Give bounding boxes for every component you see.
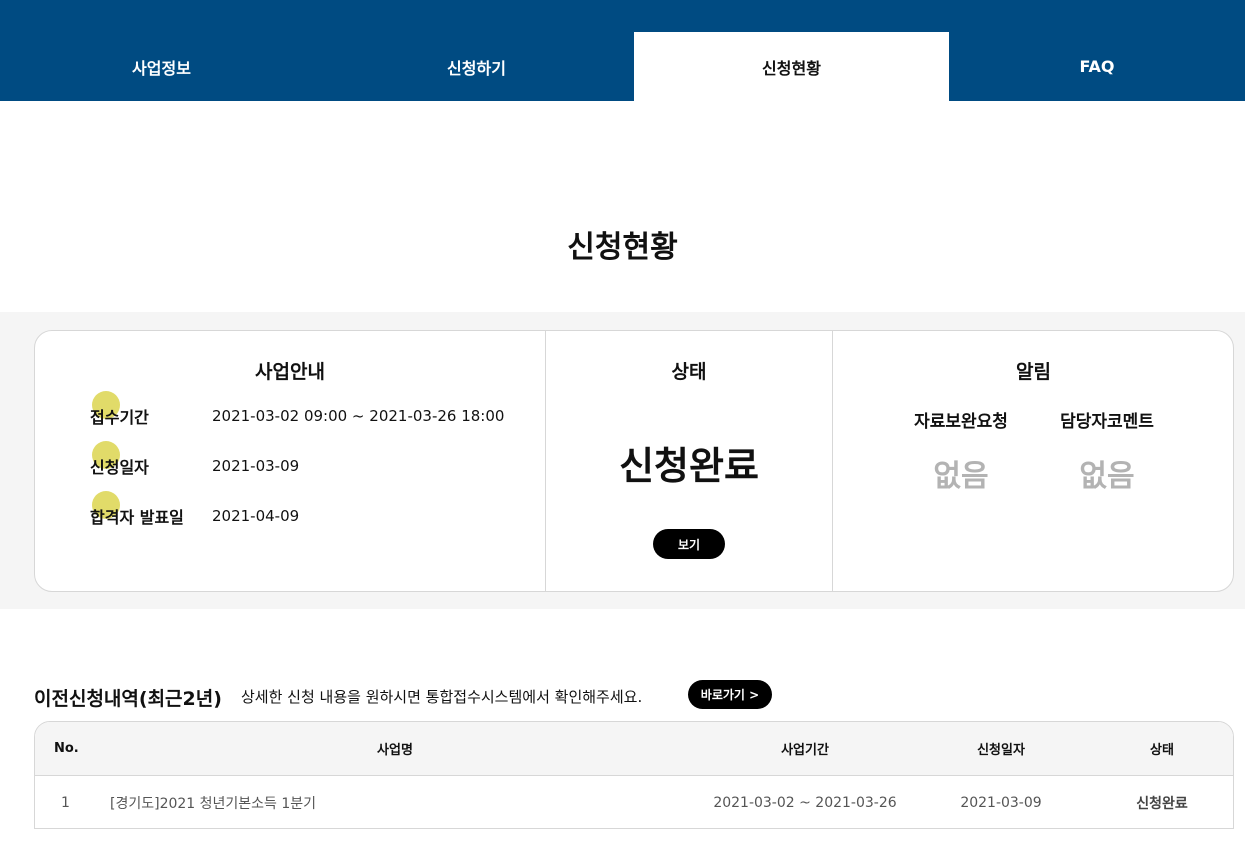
status-value: 신청완료: [619, 444, 759, 488]
row-application-date: 2021-03-09: [960, 794, 1042, 811]
supplement-request-value: 없음: [933, 459, 989, 494]
column-header-business-name: 사업명: [377, 743, 413, 758]
table-header: No. 사업명 사업기간 신청일자 상태: [35, 722, 1233, 776]
column-header-business-period: 사업기간: [781, 743, 829, 758]
column-header-application-date: 신청일자: [977, 743, 1025, 758]
column-header-no: No.: [54, 741, 79, 756]
application-date-row: 신청일자 2021-03-09: [90, 441, 300, 478]
view-button[interactable]: 보기: [653, 529, 725, 559]
announcement-date-value: 2021-04-09: [212, 507, 300, 525]
status-heading: 상태: [671, 361, 707, 383]
status-card: 사업안내 접수기간 2021-03-02 09:00 ~ 2021-03-26 …: [34, 330, 1234, 592]
row-no: 1: [61, 794, 70, 811]
business-info-panel: 사업안내 접수기간 2021-03-02 09:00 ~ 2021-03-26 …: [35, 331, 546, 591]
announcement-date-row: 합격자 발표일 2021-04-09: [90, 491, 300, 528]
business-info-heading: 사업안내: [255, 361, 325, 383]
supplement-request-label: 자료보완요청: [914, 412, 1008, 432]
notice-heading: 알림: [1016, 361, 1051, 383]
reception-period-value: 2021-03-02 09:00 ~ 2021-03-26 18:00: [212, 407, 505, 425]
application-date-label: 신청일자: [90, 441, 212, 478]
reception-period-label: 접수기간: [90, 391, 212, 428]
row-business-name[interactable]: [경기도]2021 청년기본소득 1분기: [110, 776, 316, 828]
tab-business-info[interactable]: 사업정보: [4, 32, 319, 101]
top-navigation: 사업정보 신청하기 신청현황 FAQ: [0, 0, 1245, 101]
page-title: 신청현황: [567, 230, 678, 265]
row-status: 신청완료: [1136, 795, 1188, 812]
tab-faq[interactable]: FAQ: [949, 32, 1245, 101]
status-panel: 상태 신청완료 보기: [546, 331, 833, 591]
notice-panel: 알림 자료보완요청 없음 담당자코멘트 없음: [833, 331, 1233, 591]
application-date-value: 2021-03-09: [212, 457, 300, 475]
tab-application-status[interactable]: 신청현황: [634, 32, 949, 101]
history-description: 상세한 신청 내용을 원하시면 통합접수시스템에서 확인해주세요.: [241, 688, 643, 706]
table-row[interactable]: 1 [경기도]2021 청년기본소득 1분기 2021-03-02 ~ 2021…: [35, 776, 1233, 828]
announcement-date-label: 합격자 발표일: [90, 491, 212, 528]
column-header-status: 상태: [1150, 743, 1174, 758]
row-business-period: 2021-03-02 ~ 2021-03-26: [713, 794, 897, 811]
manager-comment-value: 없음: [1079, 459, 1135, 494]
reception-period-row: 접수기간 2021-03-02 09:00 ~ 2021-03-26 18:00: [90, 391, 505, 428]
go-to-system-button[interactable]: 바로가기 >: [688, 680, 772, 709]
status-section: 사업안내 접수기간 2021-03-02 09:00 ~ 2021-03-26 …: [0, 312, 1245, 609]
history-title: 이전신청내역(최근2년): [34, 688, 222, 710]
history-table: No. 사업명 사업기간 신청일자 상태 1 [경기도]2021 청년기본소득 …: [34, 721, 1234, 829]
tab-apply[interactable]: 신청하기: [319, 32, 634, 101]
manager-comment-label: 담당자코멘트: [1060, 412, 1154, 432]
